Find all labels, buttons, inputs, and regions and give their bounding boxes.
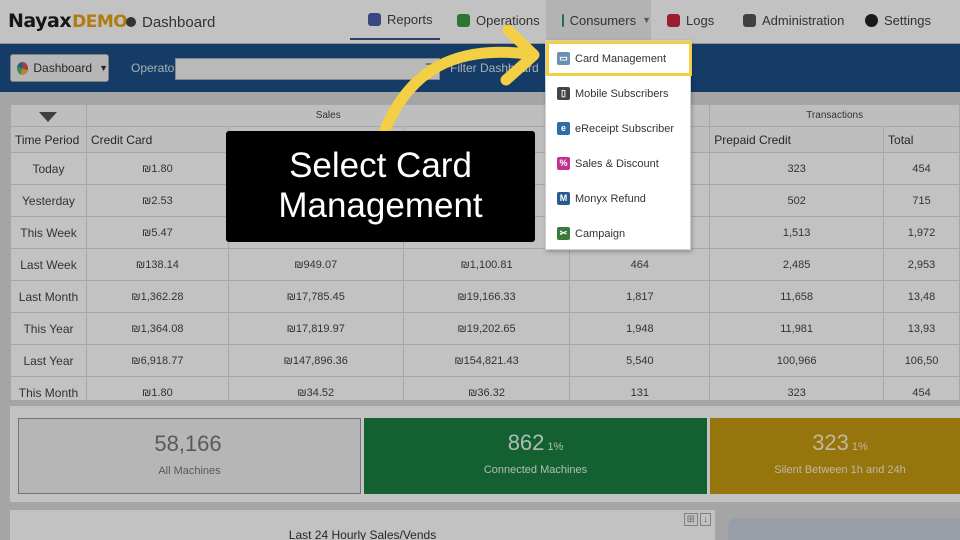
- tutorial-callout: Select Card Management: [226, 131, 535, 242]
- tutorial-arrow: [379, 24, 540, 136]
- callout-line-1: Select Card: [289, 146, 472, 185]
- tutorial-arrow-curve: [379, 46, 534, 136]
- callout-line-2: Management: [278, 186, 483, 225]
